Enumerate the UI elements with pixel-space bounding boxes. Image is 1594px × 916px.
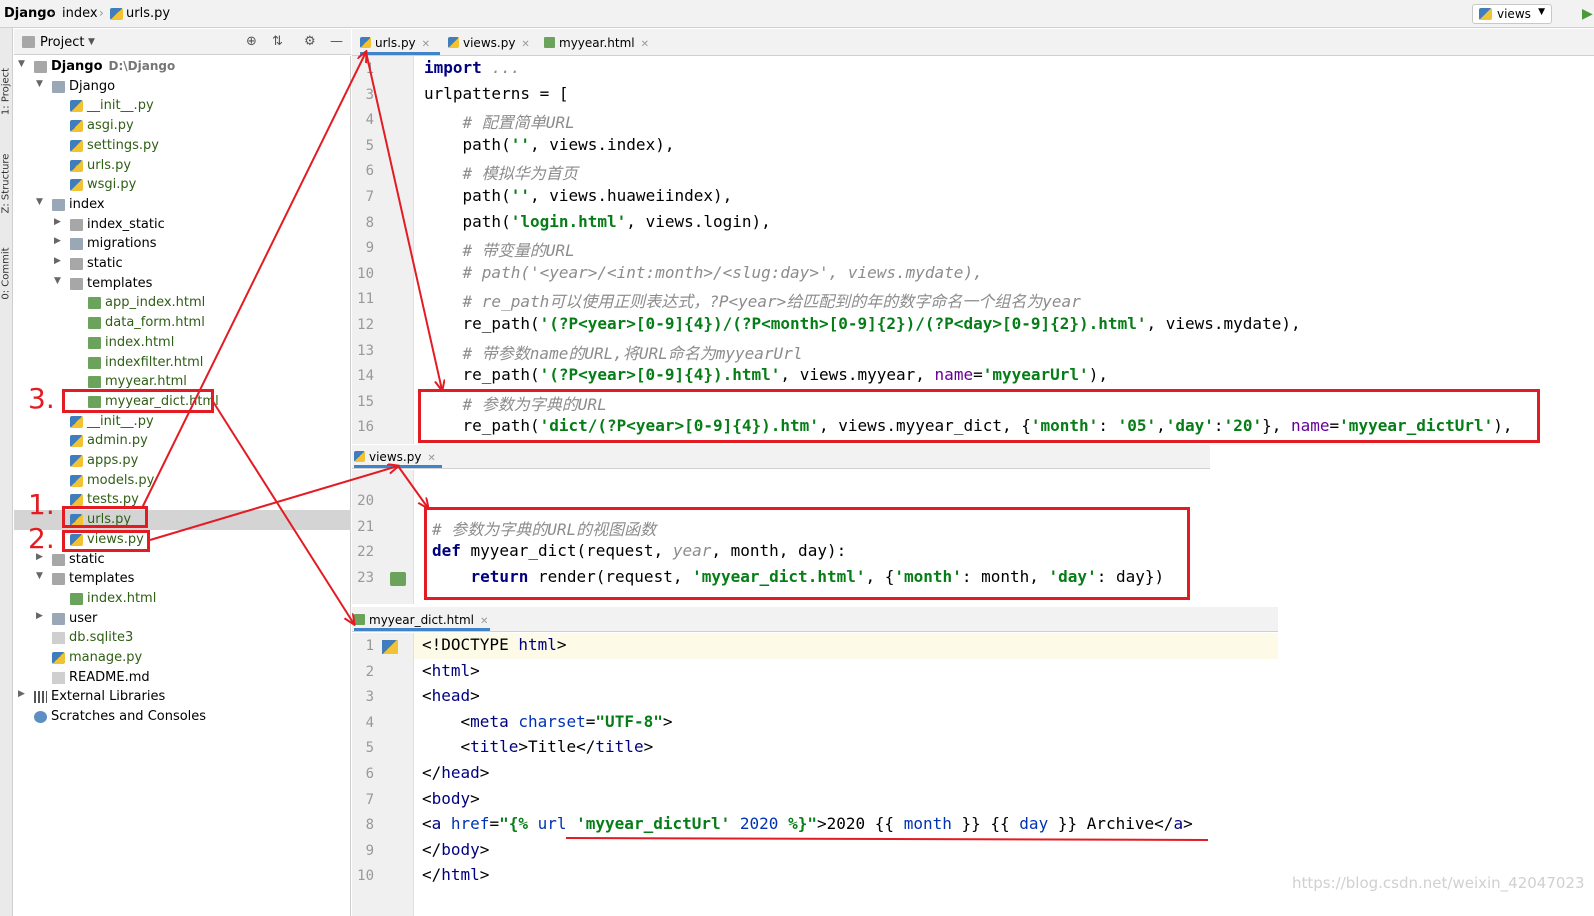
annotation-number-1: 1. (28, 488, 55, 521)
annotation-arrow (141, 52, 366, 509)
watermark: https://blog.csdn.net/weixin_42047023 (1292, 874, 1585, 892)
annotation-arrow (365, 51, 442, 390)
annotation-arrow (397, 465, 428, 508)
annotation-number-2: 2. (28, 522, 55, 555)
annotation-box-view-function (424, 507, 1190, 600)
annotation-arrow (211, 399, 354, 624)
annotation-box-urls (62, 506, 148, 528)
annotation-overlay (141, 0, 1209, 841)
annotation-box-views (62, 530, 150, 552)
annotation-number-3: 3. (28, 382, 55, 415)
annotation-underline (565, 837, 1209, 841)
annotation-box-url-pattern (418, 389, 1540, 443)
annotation-arrow (149, 466, 398, 541)
annotation-box-template (62, 389, 214, 413)
